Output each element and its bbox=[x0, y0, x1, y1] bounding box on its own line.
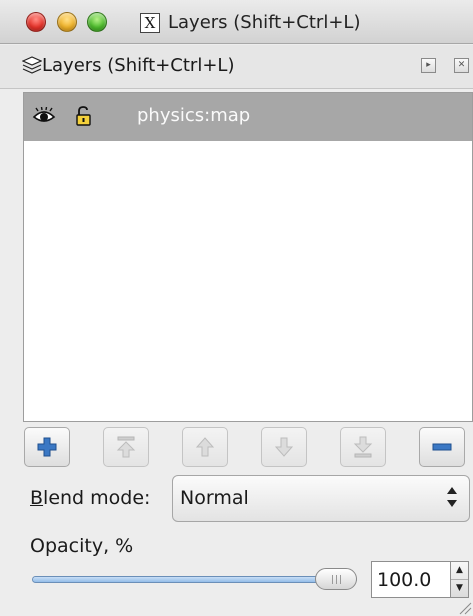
window-title: Layers (Shift+Ctrl+L) bbox=[168, 12, 361, 33]
blend-mode-mnemonic: B bbox=[30, 487, 44, 509]
opacity-slider-track[interactable] bbox=[32, 576, 357, 583]
raise-to-top-icon bbox=[116, 436, 136, 458]
lower-layer-button[interactable] bbox=[261, 427, 307, 467]
window-titlebar: X Layers (Shift+Ctrl+L) bbox=[0, 0, 473, 44]
plus-icon bbox=[37, 437, 57, 457]
close-window-button[interactable] bbox=[26, 12, 46, 32]
opacity-label: Opacity, % bbox=[30, 535, 134, 557]
dock-menu-button[interactable]: ▸ bbox=[421, 58, 436, 73]
resize-grip-icon[interactable] bbox=[458, 601, 472, 615]
unlocked-padlock-icon[interactable] bbox=[75, 106, 93, 126]
raise-to-top-button[interactable] bbox=[103, 427, 149, 467]
zoom-window-button[interactable] bbox=[87, 12, 107, 32]
dock-title: Layers (Shift+Ctrl+L) bbox=[42, 55, 235, 76]
layer-name[interactable]: physics:map bbox=[137, 105, 250, 126]
layer-row[interactable]: physics:map bbox=[24, 93, 472, 141]
arrow-down-icon bbox=[275, 437, 293, 457]
blend-mode-label: Blend mode: bbox=[30, 487, 150, 509]
spin-up-icon[interactable]: ▲ bbox=[451, 562, 468, 580]
spin-down-icon[interactable]: ▼ bbox=[451, 580, 468, 598]
minus-icon bbox=[432, 443, 452, 451]
blend-mode-label-rest: lend mode: bbox=[43, 487, 151, 509]
visibility-eye-icon[interactable] bbox=[32, 107, 56, 125]
raise-layer-button[interactable] bbox=[182, 427, 228, 467]
opacity-slider-fill bbox=[33, 577, 356, 582]
opacity-spin-buttons[interactable]: ▲ ▼ bbox=[451, 561, 469, 598]
opacity-slider-handle[interactable] bbox=[315, 568, 357, 590]
opacity-spin-input[interactable] bbox=[371, 561, 451, 598]
select-arrows-icon[interactable] bbox=[446, 486, 458, 508]
layer-list[interactable]: physics:map bbox=[23, 92, 473, 422]
dock-close-button[interactable]: ✕ bbox=[454, 58, 469, 73]
grip-icon bbox=[332, 575, 341, 584]
arrow-up-icon bbox=[196, 437, 214, 457]
minimize-window-button[interactable] bbox=[57, 12, 77, 32]
lower-to-bottom-button[interactable] bbox=[340, 427, 386, 467]
layers-icon bbox=[22, 56, 42, 74]
lower-to-bottom-icon bbox=[353, 436, 373, 458]
blend-mode-value[interactable]: Normal bbox=[180, 487, 249, 509]
add-layer-button[interactable] bbox=[24, 427, 70, 467]
remove-layer-button[interactable] bbox=[419, 427, 465, 467]
x11-app-icon: X bbox=[140, 13, 160, 33]
